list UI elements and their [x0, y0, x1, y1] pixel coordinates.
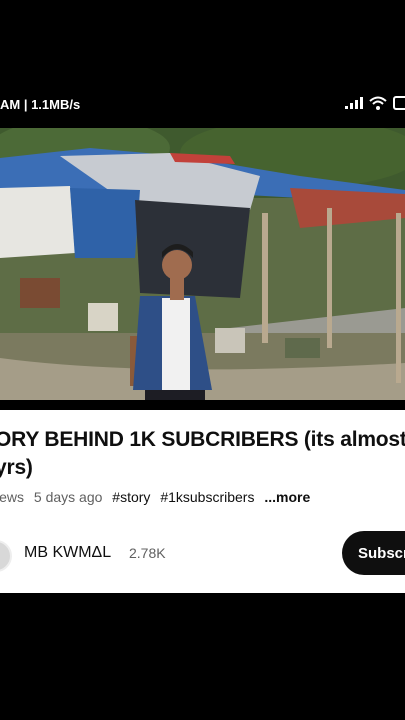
upload-age: 5 days ago [33, 489, 103, 505]
view-count: iews [0, 489, 25, 505]
status-icons [345, 96, 405, 110]
battery-icon [393, 96, 405, 110]
hashtag-story[interactable]: #story [112, 489, 150, 505]
status-bar: AM | 1.1MB/s [0, 88, 405, 120]
status-text: AM | 1.1MB/s [0, 97, 81, 112]
channel-row: MB KWMΔL 2.78K Subscribe [0, 531, 405, 580]
more-link[interactable]: ...more [264, 489, 310, 505]
video-info: ORY BEHIND 1K SUBCRIBERS (its almost 2 y… [0, 410, 405, 593]
subscribe-button[interactable]: Subscribe [342, 531, 405, 575]
video-player[interactable] [0, 128, 405, 400]
hashtag-1ksubscribers[interactable]: #1ksubscribers [160, 489, 254, 505]
video-thumbnail [0, 128, 405, 400]
signal-icon [345, 97, 363, 109]
wifi-icon [369, 96, 387, 110]
subscriber-count: 2.78K [129, 545, 166, 561]
channel-name[interactable]: MB KWMΔL [24, 544, 111, 562]
channel-avatar[interactable] [0, 540, 12, 572]
video-title[interactable]: ORY BEHIND 1K SUBCRIBERS (its almost 2 y… [0, 426, 405, 482]
video-meta[interactable]: iews 5 days ago #story #1ksubscribers ..… [0, 489, 316, 505]
